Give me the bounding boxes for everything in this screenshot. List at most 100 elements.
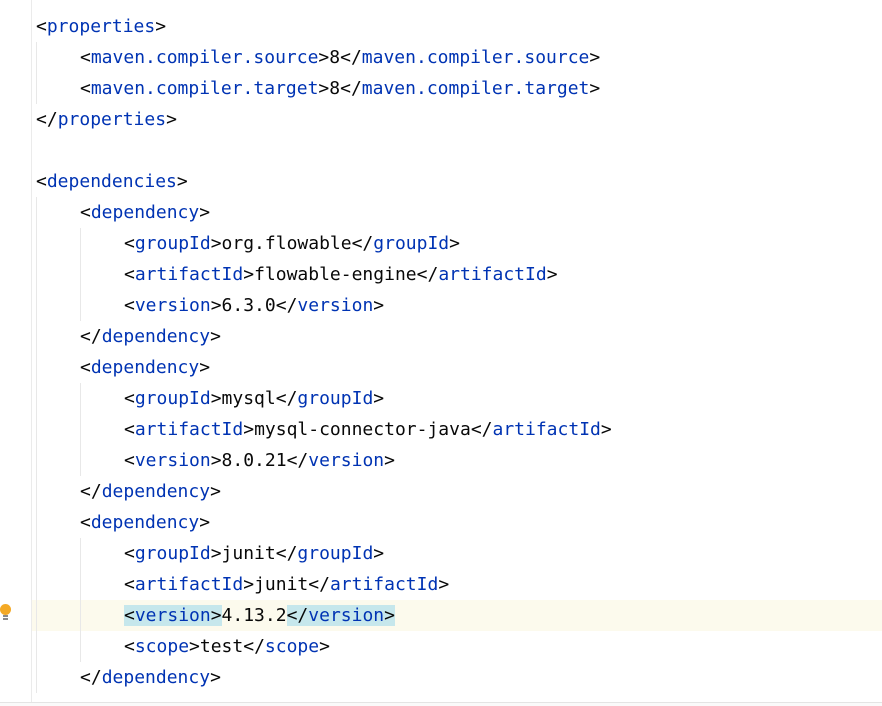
code-line[interactable]: </dependency>: [36, 476, 882, 507]
tag-name: dependency: [90, 202, 200, 223]
code-line[interactable]: <scope>test</scope>: [36, 631, 882, 662]
tag-name: properties: [46, 16, 156, 37]
indent-guide: [36, 600, 37, 631]
tag-bracket: >: [199, 202, 211, 223]
code-line[interactable]: <groupId>junit</groupId>: [36, 538, 882, 569]
tag-bracket: <: [124, 295, 135, 316]
code-line[interactable]: <version>6.3.0</version>: [36, 290, 882, 321]
indent-guide: [36, 538, 37, 569]
tag-name: artifactId: [492, 419, 601, 440]
code-line[interactable]: <groupId>mysql</groupId>: [36, 383, 882, 414]
code-editor[interactable]: <properties> <maven.compiler.source>8</ma…: [0, 0, 882, 706]
tag-name: version: [308, 450, 385, 471]
tag-bracket: >: [210, 295, 222, 316]
tag-bracket: >: [243, 574, 255, 595]
tag-bracket: </: [243, 636, 265, 657]
tag-bracket: >: [319, 636, 330, 657]
tag-bracket: >: [155, 16, 167, 37]
tag-bracket-highlighted: <: [124, 605, 135, 626]
indent-guide: [80, 631, 81, 662]
code-line[interactable]: [36, 135, 882, 166]
tag-bracket: <: [124, 450, 135, 471]
code-line[interactable]: </properties>: [36, 104, 882, 135]
indent-guide: [36, 73, 37, 104]
tag-bracket: >: [210, 233, 222, 254]
tag-bracket: >: [210, 667, 221, 688]
tag-bracket: <: [80, 357, 91, 378]
tag-bracket: <: [124, 419, 135, 440]
code-line[interactable]: <version>8.0.21</version>: [36, 445, 882, 476]
indent-guide: [36, 445, 37, 476]
tag-bracket: >: [166, 109, 177, 130]
code-line[interactable]: </dependency>: [36, 321, 882, 352]
tag-bracket: >: [243, 419, 255, 440]
lightbulb-icon[interactable]: [0, 604, 11, 622]
tag-value: flowable-engine: [254, 264, 417, 285]
tag-value: 8: [329, 47, 341, 68]
tag-bracket-highlighted: >: [384, 605, 395, 626]
code-line-current[interactable]: <version>4.13.2</version>: [32, 600, 882, 631]
tag-name: maven.compiler.source: [90, 47, 319, 68]
tag-bracket: <: [124, 233, 135, 254]
tag-bracket-highlighted: >: [210, 605, 222, 626]
tag-name: maven.compiler.target: [361, 78, 590, 99]
code-line[interactable]: </dependency>: [36, 662, 882, 693]
tag-bracket: >: [210, 326, 221, 347]
code-line[interactable]: <dependency>: [36, 197, 882, 228]
code-line[interactable]: <artifactId>junit</artifactId>: [36, 569, 882, 600]
lightbulb-globe: [0, 604, 11, 615]
indent-guide: [80, 383, 81, 414]
code-line[interactable]: <maven.compiler.target>8</maven.compiler…: [36, 73, 882, 104]
tag-bracket: </: [286, 450, 309, 471]
code-line[interactable]: <maven.compiler.source>8</maven.compiler…: [36, 42, 882, 73]
editor-gutter[interactable]: [0, 0, 32, 706]
tag-bracket: <: [80, 78, 91, 99]
indent-guide: [80, 569, 81, 600]
tag-value: junit: [221, 543, 276, 564]
indent-guide: [80, 600, 81, 631]
tag-name: dependency: [101, 326, 211, 347]
lightbulb-base: [3, 615, 8, 620]
tag-name: artifactId: [329, 574, 439, 595]
tag-name: maven.compiler.target: [90, 78, 319, 99]
tag-bracket: <: [124, 543, 135, 564]
indent-guide: [36, 197, 37, 228]
tag-bracket: </: [80, 667, 102, 688]
tag-name: version: [134, 295, 211, 316]
tag-bracket: <: [124, 574, 135, 595]
tag-name: artifactId: [134, 264, 244, 285]
tag-bracket: >: [318, 78, 330, 99]
tag-bracket: >: [600, 419, 612, 440]
indent-guide: [36, 662, 37, 693]
tag-bracket: >: [589, 47, 601, 68]
indent-guide: [36, 290, 37, 321]
indent-guide: [36, 259, 37, 290]
code-line[interactable]: <dependency>: [36, 352, 882, 383]
code-line[interactable]: <artifactId>flowable-engine</artifactId>: [36, 259, 882, 290]
tag-bracket: >: [318, 47, 330, 68]
tag-name: version: [134, 450, 211, 471]
code-line[interactable]: <properties>: [36, 11, 882, 42]
tag-bracket-highlighted: </: [286, 605, 309, 626]
tag-bracket: >: [373, 295, 385, 316]
indent-guide: [80, 228, 81, 259]
tag-bracket: </: [340, 78, 362, 99]
tag-bracket: <: [80, 512, 91, 533]
code-line[interactable]: <groupId>org.flowable</groupId>: [36, 228, 882, 259]
tag-name: groupId: [373, 233, 450, 254]
tag-name: properties: [57, 109, 167, 130]
code-line[interactable]: <artifactId>mysql-connector-java</artifa…: [36, 414, 882, 445]
code-area[interactable]: <properties> <maven.compiler.source>8</ma…: [32, 11, 882, 693]
indent-guide: [36, 383, 37, 414]
tag-bracket: <: [80, 47, 91, 68]
code-line[interactable]: <dependencies>: [36, 166, 882, 197]
tag-bracket: >: [199, 512, 211, 533]
tag-bracket: </: [275, 295, 298, 316]
code-line[interactable]: <dependency>: [36, 507, 882, 538]
tag-bracket: </: [275, 543, 298, 564]
tag-value: junit: [254, 574, 309, 595]
horizontal-scrollbar[interactable]: [0, 702, 882, 706]
tag-bracket: </: [275, 388, 298, 409]
indent-guide: [80, 445, 81, 476]
tag-bracket: >: [210, 388, 222, 409]
